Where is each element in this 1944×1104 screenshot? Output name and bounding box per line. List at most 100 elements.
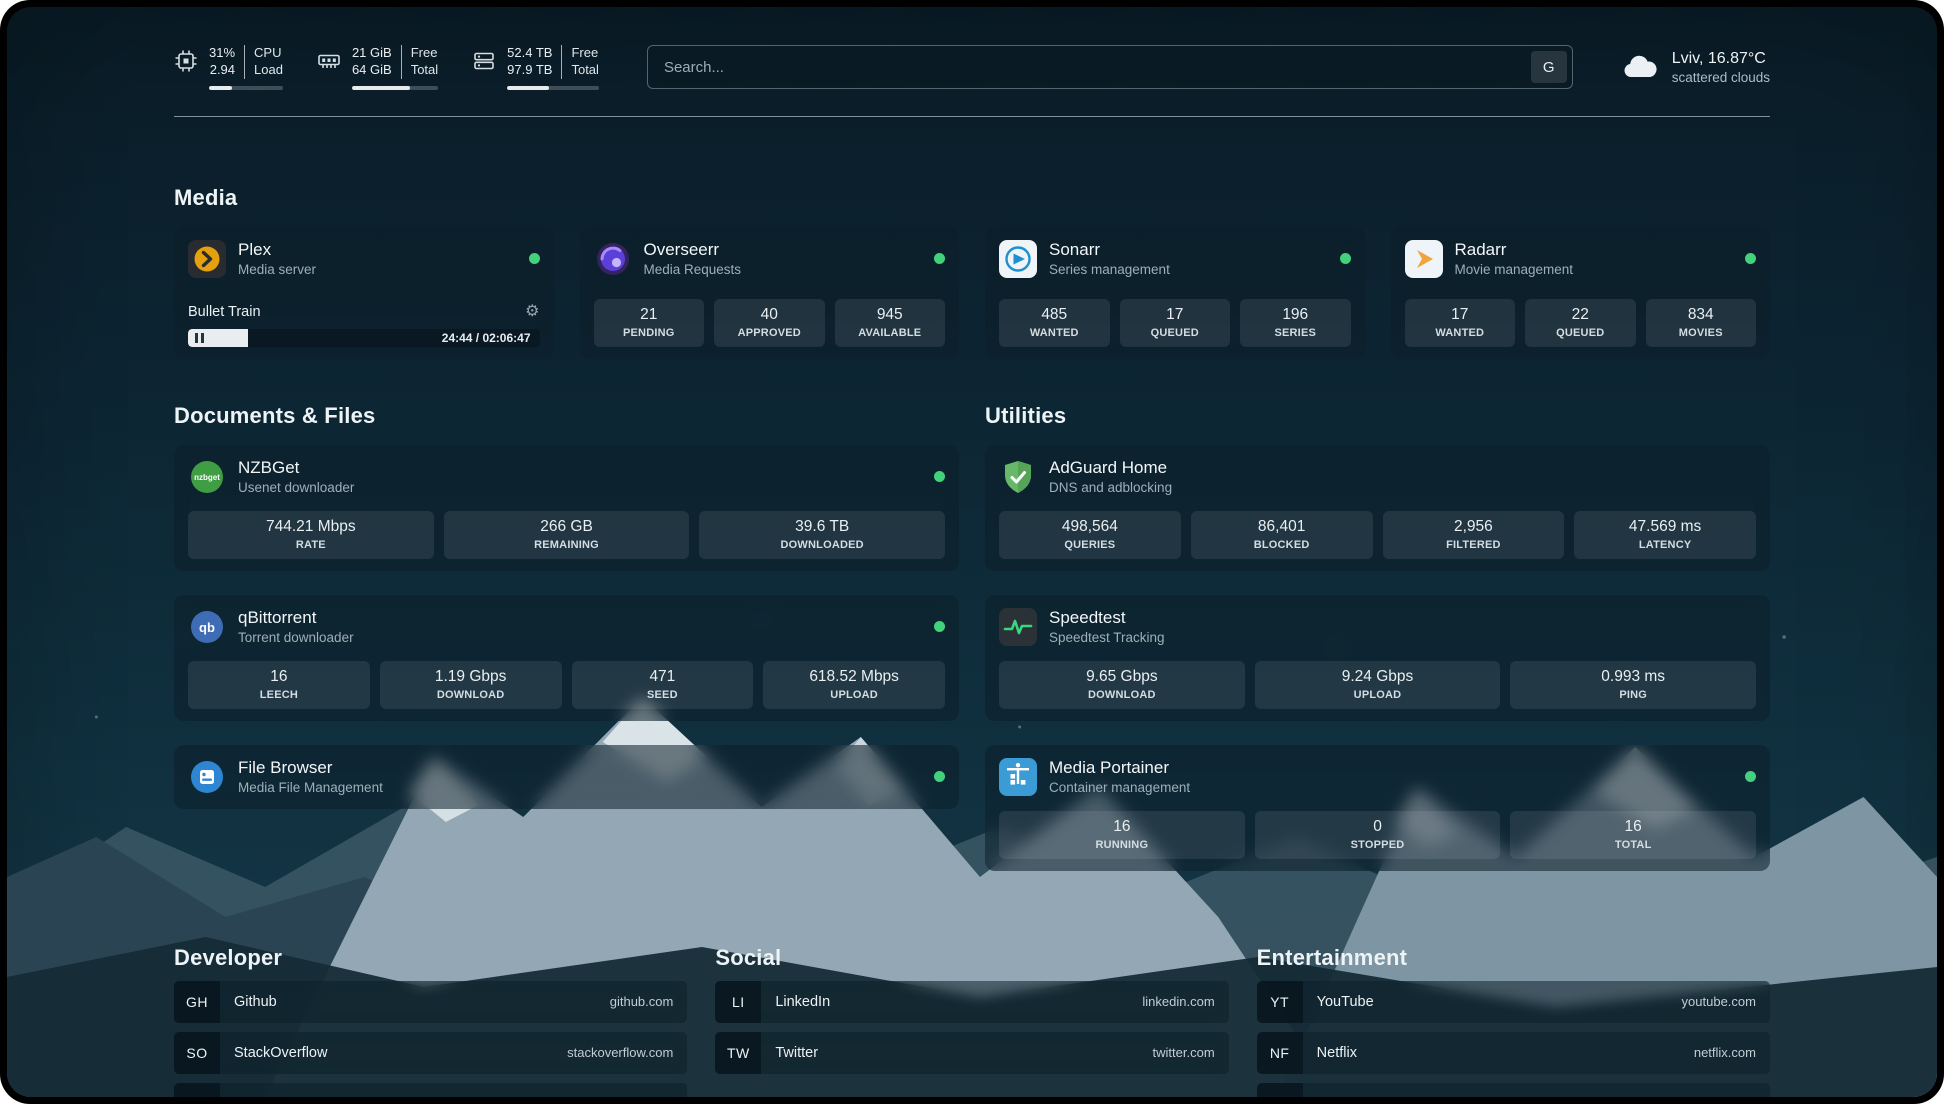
service-card-overseerr[interactable]: Overseerr Media Requests 21 PENDING 40 A…	[580, 227, 960, 359]
bookmark-name: DEV	[234, 1096, 264, 1097]
stat-value: 266 GB	[448, 518, 686, 536]
section-title-entertainment: Entertainment	[1257, 945, 1770, 971]
stat-box: 16 LEECH	[188, 661, 370, 709]
status-dot-online	[934, 253, 945, 264]
bookmark-netflix[interactable]: NF Netflix netflix.com	[1257, 1032, 1770, 1074]
search-provider-button[interactable]: G	[1531, 51, 1567, 83]
memory-widget: 21 GiB 64 GiB Free Total	[317, 45, 438, 90]
stat-value: 17	[1409, 306, 1512, 324]
status-dot-online	[934, 771, 945, 782]
speedtest-icon	[999, 608, 1037, 646]
service-card-adguard[interactable]: AdGuard Home DNS and adblocking 498,564 …	[985, 445, 1770, 571]
bookmark-twitter[interactable]: TW Twitter twitter.com	[715, 1032, 1228, 1074]
service-name: NZBGet	[238, 458, 354, 478]
stat-label: DOWNLOAD	[384, 689, 558, 701]
service-subtitle: Movie management	[1455, 262, 1574, 277]
svg-text:nzbget: nzbget	[194, 473, 220, 482]
sonarr-icon	[999, 240, 1037, 278]
service-card-plex[interactable]: Plex Media server Bullet Train ⚙	[174, 227, 554, 359]
bookmark-stackoverflow[interactable]: SO StackOverflow stackoverflow.com	[174, 1032, 687, 1074]
plex-now-playing: Bullet Train ⚙ 24:44 / 02:06:47	[188, 304, 540, 347]
radarr-icon	[1405, 240, 1443, 278]
stat-value: 16	[1003, 818, 1241, 836]
search-input[interactable]	[647, 45, 1573, 89]
stat-label: QUEUED	[1529, 327, 1632, 339]
section-developer: Developer GH Github github.com SO StackO…	[174, 945, 687, 1097]
service-card-nzbget[interactable]: nzbget NZBGet Usenet downloader 744.21 M…	[174, 445, 959, 571]
bookmark-github[interactable]: GH Github github.com	[174, 981, 687, 1023]
stat-label: PING	[1514, 689, 1752, 701]
svg-text:qb: qb	[199, 620, 215, 635]
stat-box: 86,401 BLOCKED	[1191, 511, 1373, 559]
stat-box: 39.6 TB DOWNLOADED	[699, 511, 945, 559]
stat-value: 498,564	[1003, 518, 1177, 536]
storage-total-value: 97.9 TB	[507, 62, 552, 79]
stat-label: DOWNLOAD	[1003, 689, 1241, 701]
plex-icon	[188, 240, 226, 278]
stat-label: REMAINING	[448, 539, 686, 551]
cpu-progress-bar	[209, 86, 283, 90]
service-card-radarr[interactable]: Radarr Movie management 17 WANTED 22 QUE…	[1391, 227, 1771, 359]
window-frame: 31% 2.94 CPU Load	[0, 0, 1944, 1104]
weather-condition: scattered clouds	[1672, 70, 1770, 85]
stat-box: 21 PENDING	[594, 299, 705, 347]
stat-value: 9.65 Gbps	[1003, 668, 1241, 686]
service-subtitle: DNS and adblocking	[1049, 480, 1172, 495]
stat-box: 22 QUEUED	[1525, 299, 1636, 347]
storage-progress-bar	[507, 86, 599, 90]
service-name: AdGuard Home	[1049, 458, 1172, 478]
service-name: Plex	[238, 240, 316, 260]
memory-icon	[317, 49, 341, 73]
nzbget-icon: nzbget	[188, 458, 226, 496]
stat-box: 17 QUEUED	[1120, 299, 1231, 347]
bookmark-youtube[interactable]: YT YouTube youtube.com	[1257, 981, 1770, 1023]
stat-label: QUEUED	[1124, 327, 1227, 339]
status-dot-online	[934, 621, 945, 632]
stat-label: BLOCKED	[1195, 539, 1369, 551]
bookmark-abbr: SO	[174, 1032, 220, 1074]
section-title-utilities: Utilities	[985, 403, 1770, 429]
cpu-widget: 31% 2.94 CPU Load	[174, 45, 283, 90]
bookmark-abbr: RE	[1257, 1083, 1303, 1097]
stat-box: 17 WANTED	[1405, 299, 1516, 347]
stat-value: 22	[1529, 306, 1632, 324]
bookmark-linkedin[interactable]: LI LinkedIn linkedin.com	[715, 981, 1228, 1023]
stat-label: DOWNLOADED	[703, 539, 941, 551]
service-subtitle: Speedtest Tracking	[1049, 630, 1165, 645]
stat-value: 16	[192, 668, 366, 686]
stat-value: 0	[1259, 818, 1497, 836]
storage-total-label: Total	[571, 62, 598, 79]
stat-box: 47.569 ms LATENCY	[1574, 511, 1756, 559]
stat-label: LEECH	[192, 689, 366, 701]
gear-icon[interactable]: ⚙	[525, 304, 539, 320]
stat-box: 40 APPROVED	[714, 299, 825, 347]
adguard-icon	[999, 458, 1037, 496]
bookmark-reddit[interactable]: RE Reddit reddit.com	[1257, 1083, 1770, 1097]
stat-box: 2,956 FILTERED	[1383, 511, 1565, 559]
pause-icon[interactable]	[195, 333, 204, 343]
weather-widget: Lviv, 16.87°C scattered clouds	[1621, 50, 1770, 85]
stat-label: RUNNING	[1003, 839, 1241, 851]
stat-label: APPROVED	[718, 327, 821, 339]
service-card-portainer[interactable]: Media Portainer Container management 16 …	[985, 745, 1770, 871]
bookmark-abbr: YT	[1257, 981, 1303, 1023]
bookmark-dev[interactable]: DT DEV dev.to	[174, 1083, 687, 1097]
service-card-sonarr[interactable]: Sonarr Series management 485 WANTED 17 Q…	[985, 227, 1365, 359]
stat-box: 485 WANTED	[999, 299, 1110, 347]
dashboard: 31% 2.94 CPU Load	[7, 7, 1937, 1097]
stat-value: 47.569 ms	[1578, 518, 1752, 536]
memory-progress-bar	[352, 86, 438, 90]
bookmark-domain: netflix.com	[1694, 1045, 1756, 1060]
bookmark-name: YouTube	[1317, 994, 1374, 1010]
service-card-speedtest[interactable]: Speedtest Speedtest Tracking 9.65 Gbps D…	[985, 595, 1770, 721]
stat-box: 744.21 Mbps RATE	[188, 511, 434, 559]
bookmark-domain: reddit.com	[1695, 1096, 1756, 1097]
stat-value: 86,401	[1195, 518, 1369, 536]
search-bar: G	[647, 45, 1573, 89]
media-grid: Plex Media server Bullet Train ⚙	[174, 227, 1770, 359]
qbittorrent-icon: qb	[188, 608, 226, 646]
section-social: Social LI LinkedIn linkedin.com TW Twitt…	[715, 945, 1228, 1097]
service-card-qbittorrent[interactable]: qb qBittorrent Torrent downloader 16	[174, 595, 959, 721]
stat-label: STOPPED	[1259, 839, 1497, 851]
service-card-filebrowser[interactable]: File Browser Media File Management	[174, 745, 959, 809]
